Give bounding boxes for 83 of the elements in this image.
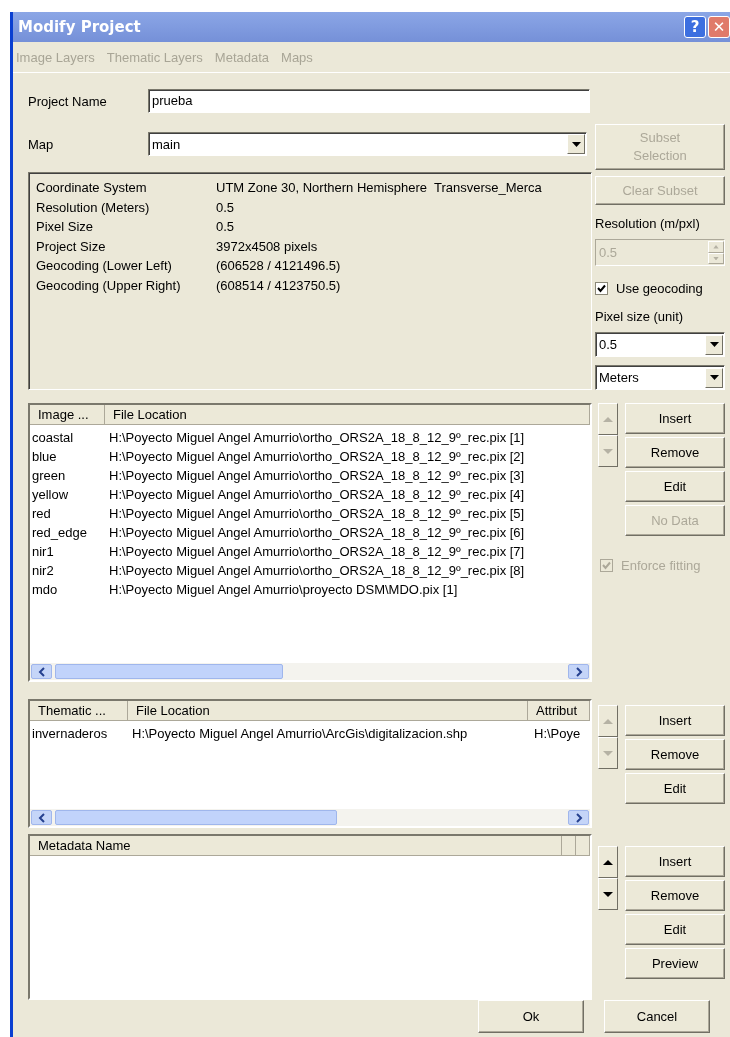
map-label: Map xyxy=(28,136,55,152)
help-button[interactable]: ? xyxy=(684,16,706,38)
unit-dropdown[interactable]: Meters xyxy=(595,365,725,390)
table-cell-text: red xyxy=(31,506,52,521)
side-button[interactable]: Insert xyxy=(625,403,725,434)
table-cell-text: H:\Poyecto Miguel Angel Amurrio\ortho_ORS2A_18_8_12_9º_rec.pix [8] xyxy=(108,563,525,578)
info-value: 0.5 xyxy=(216,219,235,235)
table-cell-text: red_edge xyxy=(31,525,88,540)
table-cell-text: blue xyxy=(31,449,58,464)
scroll-right-button[interactable] xyxy=(568,810,589,825)
down-arrow-icon xyxy=(603,447,613,455)
column-header[interactable]: Image ... xyxy=(30,405,105,425)
info-label: Geocoding (Lower Left) xyxy=(36,258,173,274)
info-value: UTM Zone 30, Northern Hemisphere Transverse_Merca xyxy=(216,180,542,196)
side-button[interactable]: Insert xyxy=(625,705,725,736)
table-cell-text: nir1 xyxy=(31,544,55,559)
right-chevron-icon xyxy=(574,666,583,677)
map-dropdown[interactable]: main xyxy=(148,132,587,156)
project-name-field[interactable]: prueba xyxy=(148,89,590,113)
info-label: Coordinate System xyxy=(36,180,148,196)
resolution-label: Resolution (m/pxl) xyxy=(595,216,701,232)
table-cell-text: H:\Poyecto Miguel Angel Amurrio\proyecto DSM\MDO.pix [1] xyxy=(108,582,458,597)
table-cell-text: H:\Poyecto Miguel Angel Amurrio\ortho_ORS2A_18_8_12_9º_rec.pix [6] xyxy=(108,525,525,540)
table-cell-text: H:\Poyecto Miguel Angel Amurrio\ArcGis\digitalizacion.shp xyxy=(131,726,469,741)
ok-button[interactable]: Ok xyxy=(478,1000,584,1033)
info-label: Pixel Size xyxy=(36,219,95,235)
dropdown-arrow-icon xyxy=(709,342,719,347)
table-cell-text: H:\Poyecto Miguel Angel Amurrio\ortho_ORS2A_18_8_12_9º_rec.pix [2] xyxy=(108,449,525,464)
table-cell-text: yellow xyxy=(31,487,70,502)
scroll-right-button[interactable] xyxy=(568,664,589,679)
dropdown-arrow-icon xyxy=(571,141,581,147)
info-label: Project Size xyxy=(36,238,107,254)
side-button[interactable]: Remove xyxy=(625,739,725,770)
window-title: Modify Project xyxy=(17,18,141,36)
left-chevron-icon xyxy=(37,812,46,823)
side-button[interactable]: Preview xyxy=(625,948,725,979)
info-value: (608514 / 4123750.5) xyxy=(216,277,341,293)
table-cell-text: green xyxy=(31,468,67,483)
checkbox-icon[interactable] xyxy=(595,281,608,295)
table-cell-text: H:\Poyecto Miguel Angel Amurrio\ortho_ORS2A_18_8_12_9º_rec.pix [1] xyxy=(108,430,525,445)
move-up-button[interactable] xyxy=(598,846,618,878)
table-cell-text: H:\Poye xyxy=(533,726,581,741)
side-button[interactable]: Remove xyxy=(625,437,725,468)
pixel-size-dropdown[interactable]: 0.5 xyxy=(595,332,725,357)
down-arrow-icon xyxy=(603,890,613,898)
left-chevron-icon xyxy=(37,666,46,677)
dropdown-arrow-icon xyxy=(709,375,719,380)
project-name-label: Project Name xyxy=(28,93,108,109)
table-cell-text: mdo xyxy=(31,582,59,597)
use-geocoding-checkbox[interactable]: Use geocoding xyxy=(595,278,725,298)
table-cell-text: H:\Poyecto Miguel Angel Amurrio\ortho_ORS2A_18_8_12_9º_rec.pix [7] xyxy=(108,544,525,559)
cancel-button[interactable]: Cancel xyxy=(604,1000,710,1033)
side-button[interactable]: Edit xyxy=(625,914,725,945)
up-arrow-icon xyxy=(603,858,613,866)
down-arrow-icon xyxy=(603,749,613,757)
table-cell-text: invernaderos xyxy=(31,726,109,741)
up-arrow-icon xyxy=(603,415,613,423)
right-chevron-icon xyxy=(574,812,583,823)
info-value: 3972x4508 pixels xyxy=(216,238,318,254)
table-cell-text: H:\Poyecto Miguel Angel Amurrio\ortho_ORS2A_18_8_12_9º_rec.pix [5] xyxy=(108,506,525,521)
column-header[interactable]: File Location xyxy=(105,405,590,425)
pixel-size-label: Pixel size (unit) xyxy=(595,309,685,325)
column-header[interactable]: Thematic ... xyxy=(30,701,128,721)
info-value: 0.5 xyxy=(216,199,235,215)
scroll-left-button[interactable] xyxy=(31,810,52,825)
side-button[interactable]: Edit xyxy=(625,773,725,804)
table-cell-text: coastal xyxy=(31,430,75,445)
side-button[interactable]: Insert xyxy=(625,846,725,877)
info-value: (606528 / 4121496.5) xyxy=(216,258,341,274)
side-button[interactable]: Edit xyxy=(625,471,725,502)
up-arrow-icon xyxy=(603,717,613,725)
side-button[interactable]: Remove xyxy=(625,880,725,911)
info-label: Resolution (Meters) xyxy=(36,199,151,215)
scroll-thumb[interactable] xyxy=(55,664,283,679)
move-down-button[interactable] xyxy=(598,878,618,910)
table-cell-text: H:\Poyecto Miguel Angel Amurrio\ortho_ORS2A_18_8_12_9º_rec.pix [3] xyxy=(108,468,525,483)
column-header[interactable]: File Location xyxy=(128,701,528,721)
scroll-thumb[interactable] xyxy=(55,810,337,825)
scroll-left-button[interactable] xyxy=(31,664,52,679)
column-header[interactable]: Attribut xyxy=(528,701,590,721)
table-cell-text: nir2 xyxy=(31,563,55,578)
table-cell-text: H:\Poyecto Miguel Angel Amurrio\ortho_ORS2A_18_8_12_9º_rec.pix [4] xyxy=(108,487,525,502)
info-label: Geocoding (Upper Right) xyxy=(36,277,182,293)
